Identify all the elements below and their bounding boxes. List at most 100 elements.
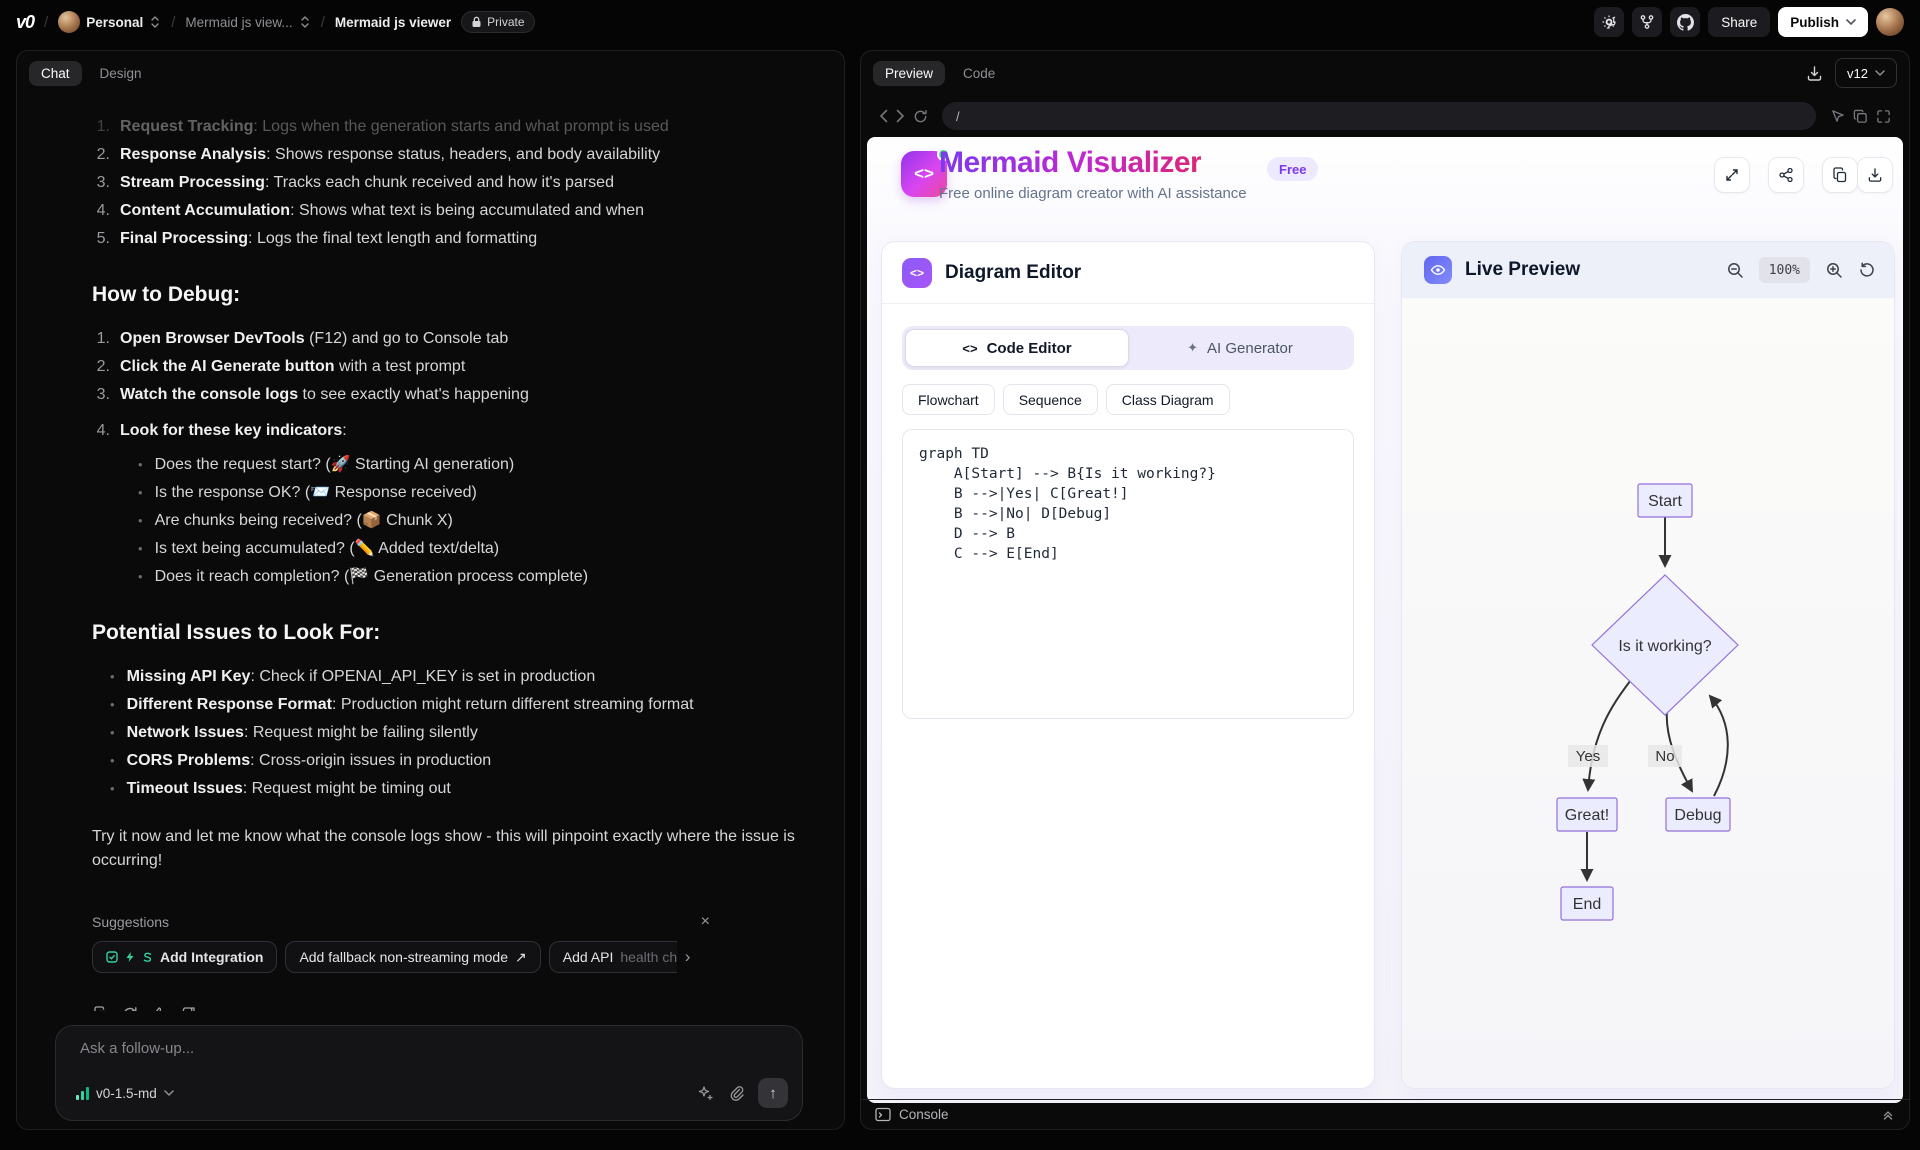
refresh-icon (124, 1007, 137, 1011)
download-button[interactable] (1806, 65, 1823, 82)
chat-message: 1. Request Tracking: Logs when the genera… (17, 95, 844, 1011)
heading-how-to-debug: How to Debug: (92, 283, 241, 306)
fullscreen-icon (1877, 109, 1890, 123)
tab-sequence[interactable]: Sequence (1002, 384, 1098, 415)
v0-logo[interactable]: v0 (16, 12, 35, 33)
integration-box-icon (106, 951, 118, 963)
tab-class-diagram[interactable]: Class Diagram (1105, 384, 1230, 415)
download-icon (1868, 168, 1882, 182)
suggestions-next-icon[interactable]: › (685, 947, 691, 967)
suggestion-add-api-health[interactable]: Add API health ch (548, 941, 677, 973)
code-icon: <> (902, 257, 932, 288)
numbered-list: 1. Request Tracking: Logs when the genera… (92, 113, 772, 253)
cursor-icon (1832, 109, 1844, 122)
refresh-button[interactable] (913, 109, 928, 124)
diagram-editor-title: Diagram Editor (945, 261, 1082, 283)
send-button[interactable]: ↑ (758, 1078, 788, 1108)
tab-preview[interactable]: Preview (873, 60, 946, 86)
mermaid-code-editor[interactable]: graph TD A[Start] --> B{Is it working?} … (902, 429, 1354, 719)
nav-forward-button[interactable] (896, 109, 905, 123)
console-label: Console (899, 1107, 949, 1122)
download-app-button[interactable] (1857, 157, 1893, 193)
tab-ai-generator[interactable]: ✦ AI Generator (1129, 329, 1351, 367)
suggestions-label: Suggestions (92, 914, 170, 930)
suggestion-add-fallback[interactable]: Add fallback non-streaming mode ↗ (285, 941, 541, 973)
chevron-down-icon (1875, 69, 1885, 76)
tab-design[interactable]: Design (88, 61, 154, 86)
regenerate-button[interactable] (121, 1005, 139, 1011)
version-selector[interactable]: v12 (1835, 58, 1897, 88)
tab-code[interactable]: Code (951, 61, 1007, 86)
bullet-item: • Different Response Format: Production m… (110, 696, 694, 713)
github-button[interactable] (1670, 7, 1701, 37)
console-bar[interactable]: Console (861, 1099, 1909, 1129)
fullscreen-button[interactable] (1876, 109, 1891, 124)
app-title: Mermaid Visualizer (939, 146, 1202, 179)
live-preview-card: Live Preview 100% Start Is it working? Y… (1401, 241, 1895, 1089)
copy-button[interactable] (92, 1005, 110, 1011)
zoom-level: 100% (1758, 257, 1810, 283)
issue-bullets: • Missing API Key: Check if OPENAI_API_KE… (110, 663, 810, 803)
expand-icon (1726, 169, 1738, 181)
share-app-button[interactable] (1768, 157, 1804, 193)
inspect-button[interactable] (1830, 109, 1845, 124)
code-line: B -->|Yes| C[Great!] (919, 486, 1129, 502)
breadcrumb-team[interactable]: Personal (58, 11, 161, 33)
zoom-out-button[interactable] (1726, 261, 1744, 279)
breadcrumb-separator: / (171, 13, 176, 31)
tab-flowchart[interactable]: Flowchart (902, 384, 995, 415)
reset-icon (1860, 262, 1874, 277)
model-selector[interactable]: v0-1.5-md (76, 1086, 174, 1101)
expand-console-button[interactable] (1881, 1108, 1895, 1122)
preview-panel: Preview Code v12 / <> Mermaid Visualizer… (860, 50, 1910, 1130)
list-item: 5. Final Processing: Logs the final text … (96, 230, 538, 247)
tab-code-editor[interactable]: <> Code Editor (905, 329, 1129, 367)
url-input[interactable] (956, 108, 1802, 124)
chat-composer: v0-1.5-md ↑ (55, 1025, 803, 1121)
chat-input[interactable] (80, 1040, 640, 1070)
copy-app-button[interactable] (1822, 157, 1858, 193)
preview-tabs: Preview Code v12 (861, 51, 1909, 95)
thumbs-down-button[interactable] (179, 1005, 197, 1011)
list-item: 3. Stream Processing: Tracks each chunk r… (96, 174, 614, 191)
private-badge: Private (461, 11, 535, 33)
breadcrumb-separator: / (320, 13, 325, 31)
git-fork-icon (1640, 15, 1654, 29)
zoom-in-button[interactable] (1825, 261, 1843, 279)
enhance-prompt-button[interactable] (697, 1085, 714, 1102)
tab-chat[interactable]: Chat (29, 60, 82, 86)
close-icon[interactable]: × (701, 913, 710, 931)
publish-button[interactable]: Publish (1778, 7, 1868, 37)
chat-panel: Chat Design 1. Request Tracking: Logs whe… (16, 50, 845, 1130)
windows-icon (1853, 109, 1867, 123)
zoom-out-icon (1727, 263, 1743, 278)
url-bar[interactable] (942, 102, 1816, 130)
thumbs-up-button[interactable] (150, 1005, 168, 1011)
code-glyph: <> (914, 164, 934, 183)
reset-view-button[interactable] (1858, 261, 1876, 279)
flowchart-canvas[interactable]: Start Is it working? Yes No Great! Debug… (1402, 298, 1894, 1088)
user-avatar[interactable] (1876, 8, 1904, 36)
new-window-button[interactable] (1853, 109, 1868, 124)
top-bar: v0 / Personal / Mermaid js view... / Mer… (0, 0, 1920, 44)
diagram-editor-card: <> Diagram Editor <> Code Editor ✦ AI Ge… (881, 241, 1375, 1089)
console-icon (875, 1107, 891, 1122)
settings-button[interactable] (1594, 7, 1625, 37)
sparkle-icon (698, 1085, 713, 1100)
expand-button[interactable] (1714, 157, 1750, 193)
diagram-type-tabs: Flowchart Sequence Class Diagram (902, 384, 1354, 415)
share-button[interactable]: Share (1708, 7, 1771, 37)
code-line: D --> B (919, 526, 1016, 542)
nav-back-button[interactable] (879, 109, 888, 123)
fork-button[interactable] (1632, 7, 1663, 37)
list-item: 1. Request Tracking: Logs when the genera… (96, 118, 669, 135)
attach-button[interactable] (728, 1085, 744, 1102)
edge-decision-great (1582, 675, 1635, 792)
download-icon (1807, 65, 1822, 81)
chevron-down-icon (1846, 18, 1856, 25)
list-item: 2. Response Analysis: Shows response stat… (96, 146, 661, 163)
breadcrumb-project[interactable]: Mermaid js view... (185, 15, 310, 30)
bullet-item: • Is text being accumulated? (✏️ Added te… (138, 540, 500, 557)
suggestion-add-integration[interactable]: Add Integration (92, 941, 278, 973)
editor-mode-tabs: <> Code Editor ✦ AI Generator (902, 326, 1354, 370)
